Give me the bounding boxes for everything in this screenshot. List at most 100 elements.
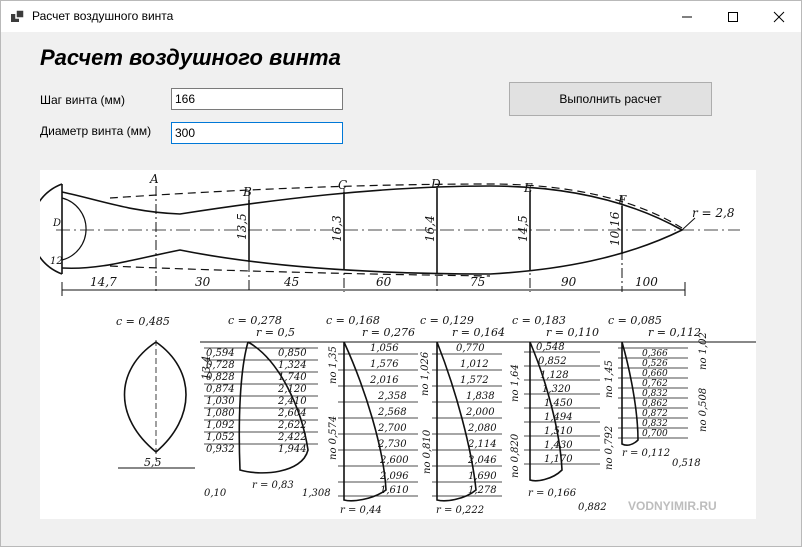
c-val-0: 1,056	[370, 343, 399, 354]
maximize-button[interactable]	[710, 1, 756, 32]
b-right-1: 1,324	[278, 360, 307, 371]
b-right-7: 2,422	[277, 432, 307, 443]
b-bottom-left: 0,10	[204, 488, 227, 499]
b-right-0: 0,850	[278, 348, 307, 359]
title-bar: Расчет воздушного винта	[1, 1, 801, 32]
app-window: Расчет воздушного винта Расчет воздушног…	[0, 0, 802, 547]
section-d-values: 0,770 1,012 1,572 1,838 2,000 2,080 2,11…	[420, 343, 497, 516]
d-val-3: 1,838	[466, 391, 495, 402]
page-title: Расчет воздушного винта	[40, 45, 341, 70]
d-val-6: 2,114	[467, 439, 497, 450]
f-val-7: 0,832	[642, 419, 668, 429]
e-val-5: 1,494	[544, 412, 573, 423]
d-val-4: 2,000	[465, 407, 495, 418]
spacing-4: 60	[376, 275, 392, 289]
b-left-1: 0,728	[206, 360, 235, 371]
f-bottom-right: 0,518	[672, 458, 701, 469]
section-c-values: 1,056 1,576 2,016 2,358 2,568 2,700 2,73…	[328, 343, 409, 516]
thickness-f: 10,16	[608, 211, 622, 246]
c-val-4: 2,568	[377, 407, 407, 418]
pitch-label: Шаг винта (мм)	[40, 93, 125, 107]
thickness-d: 16,4	[423, 215, 437, 242]
d-val-9: 1,278	[468, 485, 497, 496]
watermark: VODNYIMIR.RU	[628, 499, 717, 513]
maximize-icon	[728, 11, 738, 22]
e-val-1: 0,852	[538, 356, 567, 367]
c-val-9: 1,610	[380, 485, 409, 496]
b-left-3: 0,874	[206, 384, 235, 395]
f-far-bottom: по 0,508	[698, 388, 709, 432]
f-val-0: 0,366	[642, 349, 668, 359]
section-a	[118, 340, 195, 469]
calculate-button[interactable]: Выполнить расчет	[509, 82, 712, 116]
close-icon	[773, 11, 785, 22]
f-val-2: 0,660	[642, 369, 668, 379]
station-b-label: B	[242, 185, 252, 199]
b-left-7: 1,052	[206, 432, 235, 443]
e-val-2: 1,128	[540, 370, 569, 381]
d-val-1: 1,012	[460, 359, 489, 370]
b-left-8: 0,932	[206, 444, 235, 455]
b-bottom-r: r = 0,83	[252, 480, 294, 491]
c-bottom-r: r = 0,44	[340, 505, 382, 516]
e-val-3: 1,320	[542, 384, 571, 395]
c-val-5: 2,700	[377, 423, 407, 434]
d-bottom-r: r = 0,222	[436, 505, 484, 516]
propeller-blade-diagram: A B C D E F r = 2,8 D 12 13,5 16,3 16,4 …	[40, 172, 756, 516]
spacing-2: 30	[195, 275, 211, 289]
b-left-0: 0,594	[206, 348, 235, 359]
e-side-bottom: по 0,820	[510, 433, 521, 478]
e-side-top: по 1,64	[510, 364, 521, 402]
diameter-input[interactable]	[171, 122, 343, 144]
d-val-7: 2,046	[467, 455, 497, 466]
c-side-bottom: по 0,574	[328, 416, 339, 460]
e-val-6: 1,510	[544, 426, 573, 437]
station-d-label: D	[430, 177, 441, 191]
radius-b: r = 0,5	[256, 326, 295, 339]
f-side-bottom: по 0,792	[604, 426, 615, 470]
c-val-3: 2,358	[377, 391, 407, 402]
b-right-5: 2,604	[277, 408, 307, 419]
diameter-label: Диаметр винта (мм)	[40, 124, 152, 138]
f-side-top: по 1,45	[604, 360, 615, 398]
b-right-2: 1,740	[278, 372, 307, 383]
section-a-width: 5,5	[144, 456, 162, 469]
c-val-8: 2,096	[379, 471, 409, 482]
c-val-7: 2,600	[379, 455, 409, 466]
e-bottom-r: r = 0,166	[528, 488, 577, 499]
f-val-3: 0,762	[642, 379, 668, 389]
f-val-8: 0,700	[642, 429, 668, 439]
section-b-values: 0,594 0,728 0,828 0,874 1,030 1,080 1,09…	[204, 348, 331, 499]
minimize-button[interactable]	[664, 1, 710, 32]
thickness-b: 13,5	[235, 213, 249, 240]
f-val-6: 0,872	[642, 409, 668, 419]
station-e-label: E	[523, 181, 533, 195]
b-right-4: 2,410	[277, 396, 307, 407]
app-icon	[11, 10, 25, 22]
b-left-5: 1,080	[206, 408, 235, 419]
minimize-icon	[682, 16, 692, 17]
spacing-1: 14,7	[90, 275, 117, 289]
b-left-6: 1,092	[206, 420, 235, 431]
e-val-7: 1,430	[544, 440, 573, 451]
section-e-values: 0,548 0,852 1,128 1,320 1,450 1,494 1,51…	[510, 342, 607, 513]
e-val-4: 1,450	[544, 398, 573, 409]
radius-e: r = 0,110	[546, 326, 599, 339]
f-val-4: 0,832	[642, 389, 668, 399]
close-button[interactable]	[756, 1, 802, 32]
f-bottom-r: r = 0,112	[622, 448, 670, 459]
d-val-0: 0,770	[456, 343, 485, 354]
c-side-top: по 1,35	[328, 346, 339, 384]
pitch-input[interactable]	[171, 88, 343, 110]
d-val-5: 2,080	[467, 423, 497, 434]
f-val-5: 0,862	[642, 399, 668, 409]
e-val-0: 0,548	[536, 342, 565, 353]
chord-a: c = 0,485	[116, 315, 170, 328]
radius-d: r = 0,164	[452, 326, 505, 339]
d-side-bottom: по 0,810	[422, 429, 433, 474]
d-val-2: 1,572	[460, 375, 489, 386]
f-val-1: 0,526	[642, 359, 668, 369]
b-bottom-right: 1,308	[302, 488, 331, 499]
radius-f: r = 0,112	[648, 326, 701, 339]
b-right-8: 1,944	[278, 444, 307, 455]
